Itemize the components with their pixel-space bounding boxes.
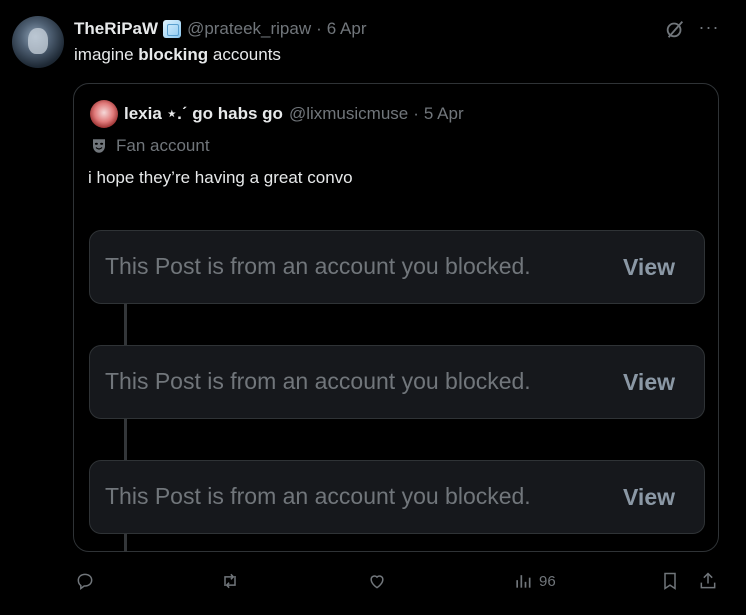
thread-line: [124, 418, 127, 460]
view-blocked-post-button[interactable]: View: [623, 369, 675, 396]
quoted-post[interactable]: lexia ⋆.ˊ go habs go @lixmusicmuse · 5 A…: [73, 83, 719, 552]
bookmark-button[interactable]: [660, 566, 680, 596]
more-options-icon[interactable]: ···: [698, 16, 720, 38]
reply-icon: [77, 573, 93, 590]
post-text: imagine blocking accounts: [74, 45, 281, 65]
blocked-post-notice: This Post is from an account you blocked…: [89, 345, 705, 419]
view-blocked-post-button[interactable]: View: [623, 254, 675, 281]
view-blocked-post-button[interactable]: View: [623, 484, 675, 511]
post-text-start: imagine: [74, 45, 139, 64]
fan-account-text: Fan account: [116, 136, 210, 155]
post-text-end: accounts: [208, 45, 281, 64]
quoted-post-header: lexia ⋆.ˊ go habs go @lixmusicmuse · 5 A…: [124, 104, 464, 124]
blocked-post-notice: This Post is from an account you blocked…: [89, 460, 705, 534]
quoted-post-text: i hope they’re having a great convo: [88, 168, 353, 187]
avatar-face: [28, 28, 48, 54]
quoted-author-name[interactable]: lexia ⋆.ˊ go habs go: [124, 104, 283, 124]
author-handle[interactable]: @prateek_ripaw: [187, 19, 311, 39]
quoted-author-avatar[interactable]: [90, 100, 118, 128]
blocked-message: This Post is from an account you blocked…: [105, 253, 531, 279]
theater-mask-icon: [93, 139, 105, 153]
blocked-post-notice: This Post is from an account you blocked…: [89, 230, 705, 304]
post-header: TheRiPaW @prateek_ripaw · 6 Apr: [74, 18, 366, 40]
post-text-bold: blocking: [138, 45, 209, 64]
like-button[interactable]: [367, 566, 387, 596]
ice-cube-emoji-icon: [163, 20, 182, 38]
quoted-author-handle[interactable]: @lixmusicmuse: [289, 104, 408, 124]
repost-button[interactable]: [220, 566, 240, 596]
grok-icon[interactable]: [664, 18, 686, 40]
thread-line: [124, 533, 127, 552]
separator-dot: ·: [413, 104, 419, 123]
views-count: 96: [539, 572, 556, 590]
reply-button[interactable]: [75, 566, 95, 596]
blocked-message: This Post is from an account you blocked…: [105, 483, 531, 509]
fan-account-label: Fan account: [90, 136, 210, 156]
blocked-message: This Post is from an account you blocked…: [105, 368, 531, 394]
share-button[interactable]: [698, 566, 718, 596]
post-actions-bar: 96: [0, 566, 746, 596]
author-avatar[interactable]: [12, 16, 64, 68]
quoted-post-date[interactable]: 5 Apr: [424, 104, 464, 124]
heart-icon: [370, 575, 384, 589]
share-icon: [700, 572, 716, 589]
repost-icon: [224, 573, 236, 589]
analytics-icon: [516, 575, 531, 588]
views-button[interactable]: 96: [513, 566, 556, 596]
author-name[interactable]: TheRiPaW: [74, 19, 158, 39]
thread-line: [124, 303, 127, 345]
separator-dot: ·: [316, 19, 322, 38]
bookmark-icon: [664, 572, 676, 590]
post-date[interactable]: 6 Apr: [327, 19, 367, 39]
